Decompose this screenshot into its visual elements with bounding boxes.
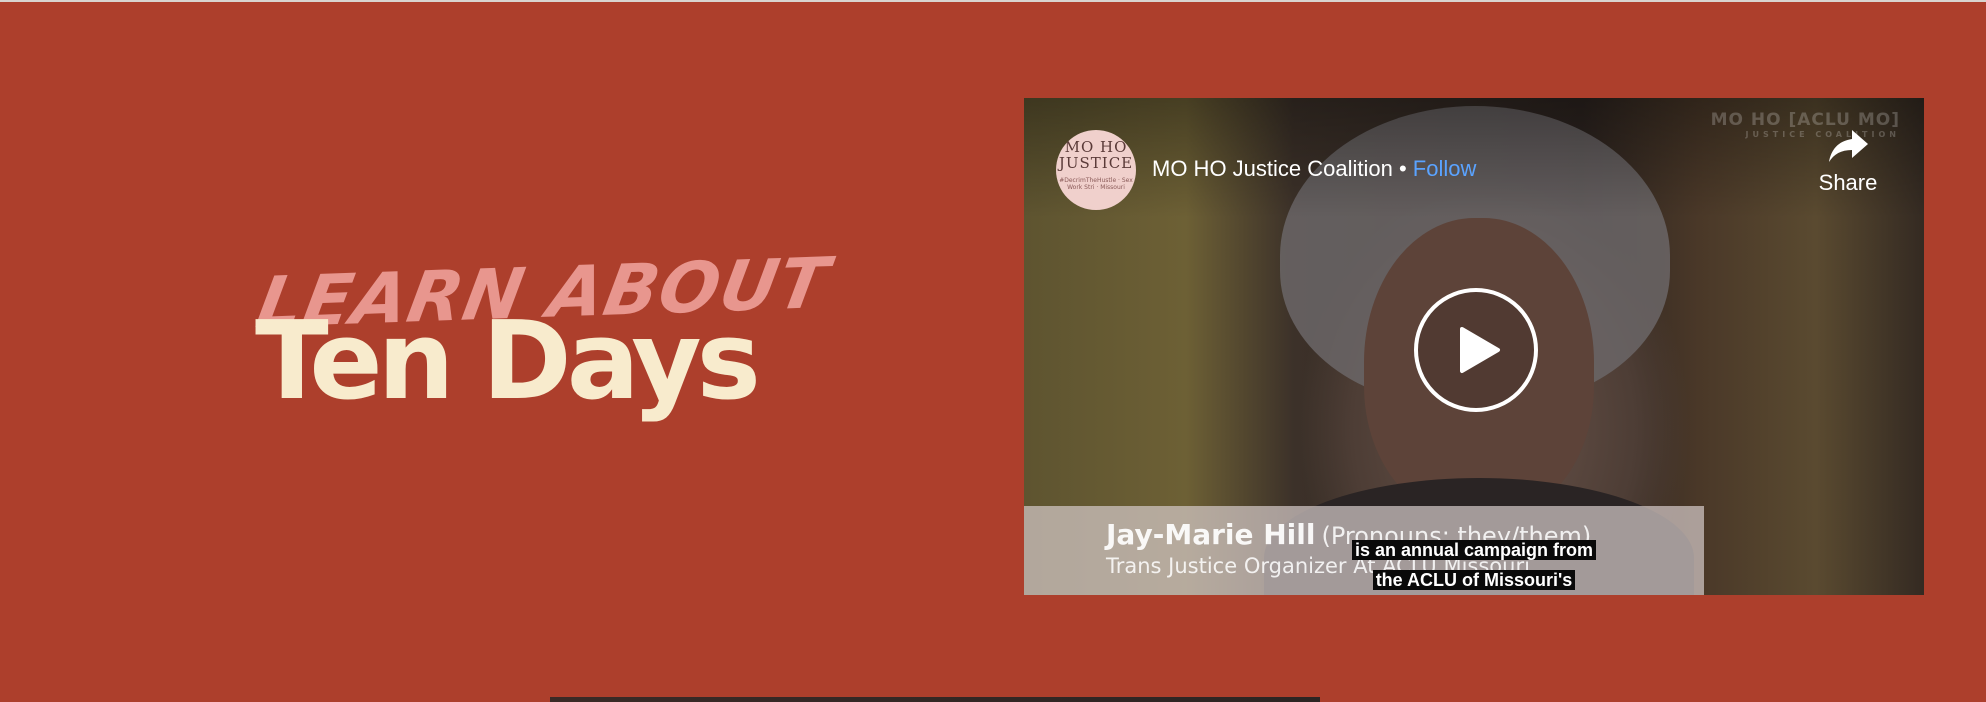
caption-line-2: the ACLU of Missouri's <box>1372 570 1576 590</box>
share-button[interactable]: Share <box>1818 126 1878 196</box>
follow-link[interactable]: Follow <box>1413 156 1477 181</box>
avatar-line-1: MO HO <box>1064 138 1128 156</box>
share-label: Share <box>1818 170 1878 195</box>
video-embed[interactable]: MO HO [ACLU MO] JUSTICE COALITION MO HO … <box>1024 98 1924 595</box>
channel-name-link[interactable]: MO HO Justice Coalition <box>1152 156 1393 181</box>
channel-avatar[interactable]: MO HO JUSTICE #DecrimTheHustle · Sex Wor… <box>1056 130 1136 210</box>
next-section-edge <box>0 697 1986 702</box>
avatar-small-text: #DecrimTheHustle · Sex Work Stri · Misso… <box>1059 177 1133 191</box>
channel-separator: • <box>1392 156 1413 181</box>
caption-line-1: is an annual campaign from <box>1351 540 1597 560</box>
video-captions: is an annual campaign from the ACLU of M… <box>1314 536 1634 595</box>
top-divider <box>0 0 1986 2</box>
share-arrow-icon <box>1818 126 1878 166</box>
section-heading: LEARN ABOUT Ten Days <box>251 242 835 424</box>
avatar-line-2: JUSTICE <box>1058 154 1134 172</box>
speaker-name: Jay-Marie Hill <box>1106 518 1316 551</box>
play-button[interactable] <box>1414 288 1538 412</box>
channel-info: MO HO Justice Coalition • Follow <box>1152 156 1476 182</box>
heading-title: Ten Days <box>255 299 761 424</box>
